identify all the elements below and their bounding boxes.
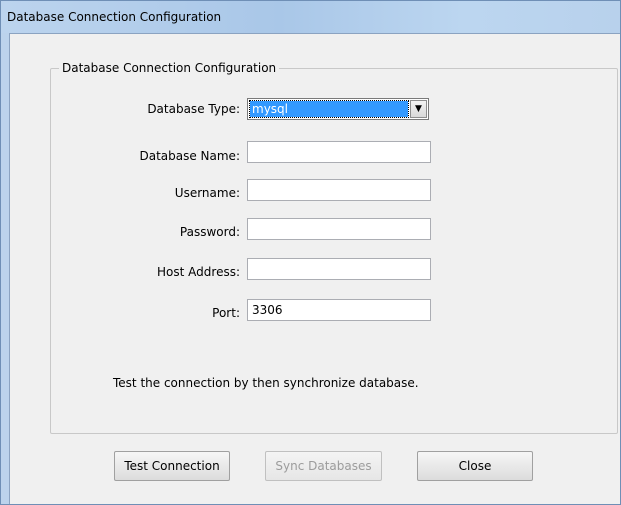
title-bar[interactable]: Database Connection Configuration <box>1 1 620 33</box>
test-connection-button[interactable]: Test Connection <box>114 451 230 481</box>
password-input[interactable] <box>247 218 431 240</box>
username-label: Username: <box>174 186 240 200</box>
group-title: Database Connection Configuration <box>59 61 280 75</box>
window-title: Database Connection Configuration <box>7 10 222 24</box>
port-label: Port: <box>212 306 240 320</box>
database-type-label: Database Type: <box>147 102 240 116</box>
database-name-input[interactable] <box>247 141 431 163</box>
dialog-window: Database Connection Configuration Databa… <box>0 0 621 505</box>
sync-databases-button[interactable]: Sync Databases <box>265 451 382 481</box>
database-type-selected-value: mysql <box>249 100 409 118</box>
dialog-client-area: Database Connection Configuration Databa… <box>9 33 620 504</box>
close-button[interactable]: Close <box>417 451 533 481</box>
host-address-input[interactable] <box>247 258 431 280</box>
database-name-label: Database Name: <box>139 149 240 163</box>
database-type-dropdown[interactable]: mysql ▼ <box>247 98 429 120</box>
chevron-down-icon[interactable]: ▼ <box>410 100 427 118</box>
instruction-text: Test the connection by then synchronize … <box>113 376 419 390</box>
port-input[interactable] <box>247 299 431 321</box>
host-address-label: Host Address: <box>157 265 240 279</box>
password-label: Password: <box>179 225 240 239</box>
username-input[interactable] <box>247 179 431 201</box>
